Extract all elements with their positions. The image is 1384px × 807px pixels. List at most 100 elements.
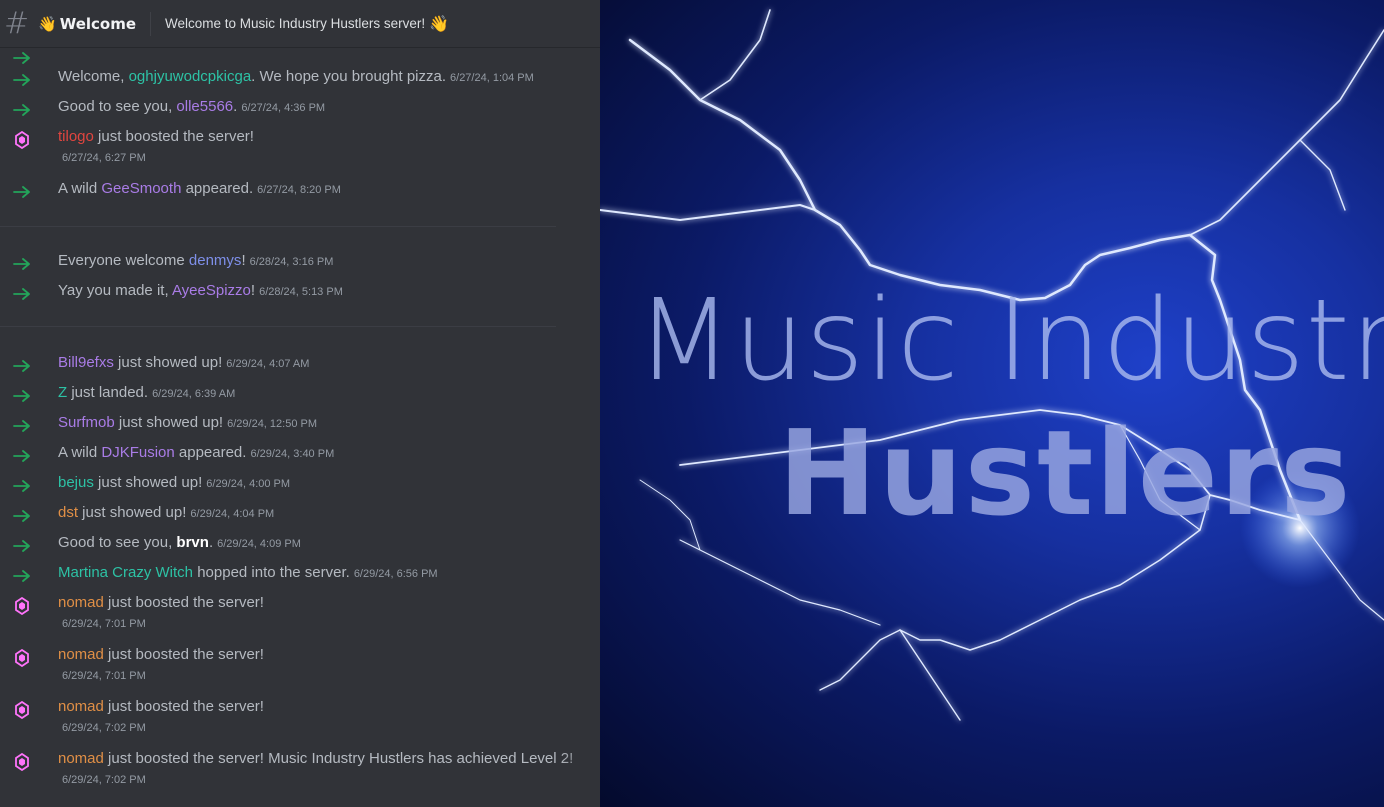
message-text: Surfmob just showed up! 6/29/24, 12:50 PM bbox=[58, 414, 317, 431]
message-suffix: just boosted the server! Music Industry … bbox=[103, 750, 574, 767]
join-arrow-icon bbox=[12, 70, 32, 90]
timestamp[interactable]: 6/29/24, 4:00 PM bbox=[206, 478, 290, 490]
timestamp[interactable]: 6/29/24, 6:56 PM bbox=[354, 568, 438, 580]
message-suffix: just boosted the server! bbox=[103, 594, 264, 611]
message-suffix: . We hope you brought pizza. bbox=[251, 68, 447, 85]
username-link[interactable]: nomad bbox=[58, 750, 104, 767]
message-text: Everyone welcome denmys! 6/28/24, 3:16 PM bbox=[58, 252, 333, 269]
boost-gem-icon bbox=[12, 752, 32, 772]
boost-gem-icon bbox=[12, 596, 32, 616]
message-text: bejus just showed up! 6/29/24, 4:00 PM bbox=[58, 474, 290, 491]
join-arrow-icon bbox=[12, 536, 32, 556]
message-prefix: Yay you made it, bbox=[58, 282, 172, 299]
username-link[interactable]: Martina Crazy Witch bbox=[58, 564, 193, 581]
boost-gem-icon bbox=[12, 648, 32, 668]
timestamp[interactable]: 6/27/24, 1:04 PM bbox=[450, 72, 534, 84]
message-text: A wild GeeSmooth appeared. 6/27/24, 8:20 … bbox=[58, 180, 341, 197]
message-text: A wild DJKFusion appeared. 6/29/24, 3:40 … bbox=[58, 444, 334, 461]
day-separator bbox=[0, 326, 556, 327]
username-link[interactable]: nomad bbox=[58, 594, 104, 611]
username-link[interactable]: GeeSmooth bbox=[101, 180, 181, 197]
message-suffix: just showed up! bbox=[114, 414, 224, 431]
timestamp[interactable]: 6/28/24, 5:13 PM bbox=[259, 286, 343, 298]
username-link[interactable]: oghjyuwodcpkicga bbox=[129, 68, 252, 85]
wave-emoji-icon: 👋 bbox=[429, 14, 450, 33]
channel-header: # 👋 Welcome Welcome to Music Industry Hu… bbox=[0, 0, 600, 48]
timestamp[interactable]: 6/29/24, 4:07 AM bbox=[226, 358, 309, 370]
message-text: Good to see you, olle5566. 6/27/24, 4:36 … bbox=[58, 98, 325, 115]
channel-topic[interactable]: Welcome to Music Industry Hustlers serve… bbox=[165, 16, 425, 31]
message-prefix: Good to see you, bbox=[58, 534, 177, 551]
timestamp[interactable]: 6/29/24, 7:02 PM bbox=[62, 774, 146, 786]
hash-icon: # bbox=[4, 6, 30, 41]
message-suffix: just showed up! bbox=[113, 354, 223, 371]
join-arrow-icon bbox=[12, 284, 32, 304]
timestamp[interactable]: 6/29/24, 6:39 AM bbox=[152, 388, 235, 400]
banner-title-line1: Music Industry bbox=[636, 276, 1384, 406]
join-arrow-icon bbox=[12, 476, 32, 496]
message-suffix: ! bbox=[241, 252, 246, 269]
message-text: nomad just boosted the server! Music Ind… bbox=[58, 750, 573, 767]
username-link[interactable]: dst bbox=[58, 504, 78, 521]
message-suffix: just boosted the server! bbox=[103, 646, 264, 663]
boost-gem-icon bbox=[12, 130, 32, 150]
timestamp[interactable]: 6/27/24, 8:20 PM bbox=[257, 184, 341, 196]
message-suffix: just showed up! bbox=[93, 474, 203, 491]
username-link[interactable]: DJKFusion bbox=[101, 444, 174, 461]
channel-name[interactable]: Welcome bbox=[60, 15, 136, 33]
panel-fade bbox=[560, 0, 600, 807]
timestamp[interactable]: 6/29/24, 4:04 PM bbox=[190, 508, 274, 520]
username-link[interactable]: denmys bbox=[189, 252, 242, 269]
message-text: Bill9efxs just showed up! 6/29/24, 4:07 A… bbox=[58, 354, 309, 371]
timestamp[interactable]: 6/29/24, 7:02 PM bbox=[62, 722, 146, 734]
message-text: nomad just boosted the server! bbox=[58, 646, 264, 663]
boost-gem-icon bbox=[12, 700, 32, 720]
message-suffix: . bbox=[233, 98, 238, 115]
join-arrow-icon bbox=[12, 416, 32, 436]
message-prefix: Everyone welcome bbox=[58, 252, 189, 269]
username-link[interactable]: olle5566 bbox=[176, 98, 233, 115]
message-text: dst just showed up! 6/29/24, 4:04 PM bbox=[58, 504, 274, 521]
timestamp[interactable]: 6/29/24, 7:01 PM bbox=[62, 670, 146, 682]
join-arrow-icon bbox=[12, 48, 32, 68]
timestamp[interactable]: 6/27/24, 6:27 PM bbox=[62, 152, 146, 164]
join-arrow-icon bbox=[12, 386, 32, 406]
message-suffix: just boosted the server! bbox=[93, 128, 254, 145]
message-prefix: Good to see you, bbox=[58, 98, 177, 115]
message-text: Welcome, oghjyuwodcpkicga. We hope you b… bbox=[58, 68, 534, 85]
username-link[interactable]: Bill9efxs bbox=[58, 354, 114, 371]
chat-panel: # 👋 Welcome Welcome to Music Industry Hu… bbox=[0, 0, 600, 807]
join-arrow-icon bbox=[12, 182, 32, 202]
join-arrow-icon bbox=[12, 446, 32, 466]
message-prefix: A wild bbox=[58, 444, 102, 461]
message-suffix: just landed. bbox=[67, 384, 149, 401]
timestamp[interactable]: 6/29/24, 4:09 PM bbox=[217, 538, 301, 550]
message-text: Yay you made it, AyeeSpizzo! 6/28/24, 5:1… bbox=[58, 282, 343, 299]
username-link[interactable]: brvn bbox=[176, 534, 209, 551]
timestamp[interactable]: 6/27/24, 4:36 PM bbox=[241, 102, 325, 114]
day-separator bbox=[0, 226, 556, 227]
message-prefix: A wild bbox=[58, 180, 102, 197]
username-link[interactable]: Z bbox=[58, 384, 67, 401]
username-link[interactable]: nomad bbox=[58, 698, 104, 715]
message-text: nomad just boosted the server! bbox=[58, 594, 264, 611]
timestamp[interactable]: 6/29/24, 3:40 PM bbox=[250, 448, 334, 460]
banner-title-line2: Hustlers bbox=[778, 404, 1353, 542]
join-arrow-icon bbox=[12, 254, 32, 274]
message-text: tilogo just boosted the server! bbox=[58, 128, 254, 145]
username-link[interactable]: bejus bbox=[58, 474, 94, 491]
username-link[interactable]: tilogo bbox=[58, 128, 94, 145]
message-suffix: just showed up! bbox=[78, 504, 187, 521]
join-arrow-icon bbox=[12, 506, 32, 526]
username-link[interactable]: nomad bbox=[58, 646, 104, 663]
username-link[interactable]: Surfmob bbox=[58, 414, 115, 431]
message-suffix: hopped into the server. bbox=[193, 564, 350, 581]
message-suffix: appeared. bbox=[181, 180, 254, 197]
header-divider bbox=[150, 11, 152, 36]
join-arrow-icon bbox=[12, 100, 32, 120]
username-link[interactable]: AyeeSpizzo bbox=[172, 282, 251, 299]
timestamp[interactable]: 6/29/24, 7:01 PM bbox=[62, 618, 146, 630]
message-suffix: just boosted the server! bbox=[103, 698, 264, 715]
timestamp[interactable]: 6/29/24, 12:50 PM bbox=[227, 418, 317, 430]
timestamp[interactable]: 6/28/24, 3:16 PM bbox=[250, 256, 334, 268]
